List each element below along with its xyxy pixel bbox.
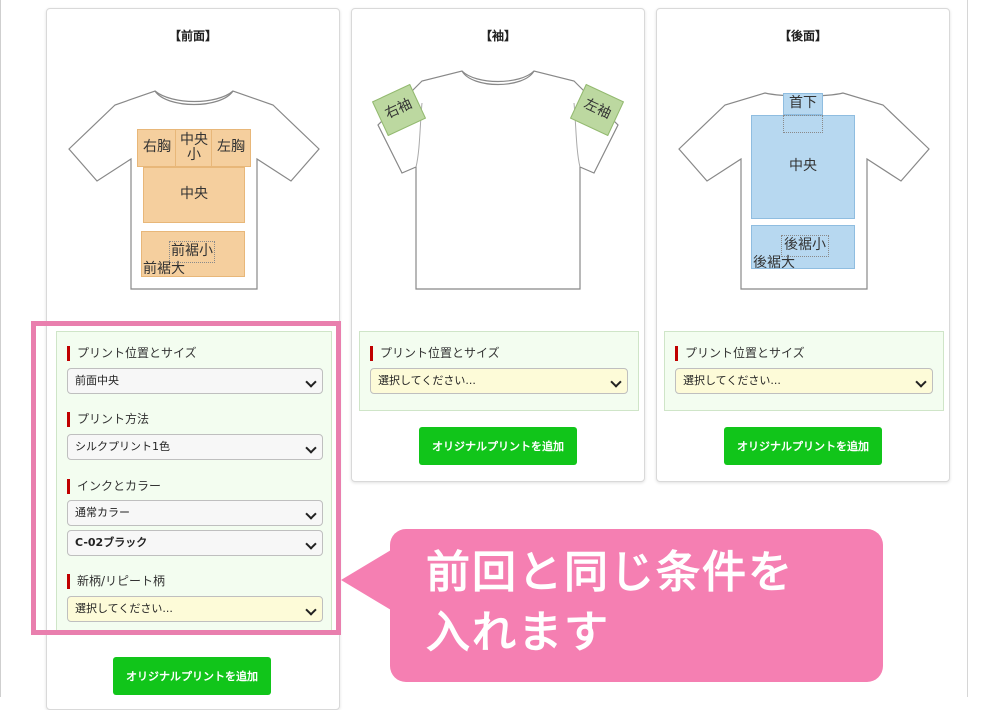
instruction-callout: 前回と同じ条件を 入れます — [390, 529, 883, 682]
zone-back-hem-large[interactable]: 後裾大 — [753, 255, 803, 273]
chevron-down-icon — [610, 376, 622, 388]
page-left-border — [0, 0, 1, 697]
zone-front-center[interactable]: 中央 — [143, 167, 245, 223]
sleeve-panel-title: 【袖】 — [479, 29, 516, 43]
zone-center-small[interactable]: 中央 小 — [175, 129, 213, 167]
sleeve-options-panel: プリント位置とサイズ 選択してください... — [359, 331, 639, 411]
back-add-print-button[interactable]: オリジナルプリントを追加 — [724, 427, 882, 465]
position-label: プリント位置とサイズ — [675, 346, 805, 361]
sleeve-print-card: 【袖】 右袖 左袖 プリント位置とサイズ 選択してください... オリジナルプリ… — [351, 8, 645, 482]
position-select-value: 選択してください... — [378, 374, 476, 387]
position-select[interactable]: 選択してください... — [370, 368, 628, 394]
zone-right-chest[interactable]: 右胸 — [137, 129, 177, 167]
position-select[interactable]: 選択してください... — [675, 368, 933, 394]
front-panel-title: 【前面】 — [168, 29, 217, 43]
zone-left-chest[interactable]: 左胸 — [211, 129, 251, 167]
position-label: プリント位置とサイズ — [370, 346, 500, 361]
zone-front-hem-large[interactable]: 前裾大 — [143, 261, 193, 279]
back-options-panel: プリント位置とサイズ 選択してください... — [664, 331, 944, 411]
options-highlight-box — [31, 321, 341, 635]
chevron-down-icon — [915, 376, 927, 388]
zone-back-hem-small[interactable]: 後裾小 — [781, 235, 829, 257]
page-right-border — [967, 0, 968, 697]
front-add-print-button[interactable]: オリジナルプリントを追加 — [113, 657, 271, 695]
sleeve-add-print-button[interactable]: オリジナルプリントを追加 — [419, 427, 577, 465]
callout-line-1: 前回と同じ条件を — [426, 547, 794, 598]
callout-pointer — [341, 550, 391, 610]
zone-neck-outline — [783, 115, 823, 133]
zone-neck[interactable]: 首下 — [783, 93, 823, 115]
zone-front-hem-small[interactable]: 前裾小 — [169, 241, 215, 263]
back-print-card: 【後面】 首下 中央 後裾小 後裾大 プリント位置とサイズ 選択してください..… — [656, 8, 950, 482]
callout-text: 前回と同じ条件を 入れます — [426, 543, 794, 663]
callout-line-2: 入れます — [426, 607, 610, 658]
position-select-value: 選択してください... — [683, 374, 781, 387]
back-panel-title: 【後面】 — [778, 29, 827, 43]
